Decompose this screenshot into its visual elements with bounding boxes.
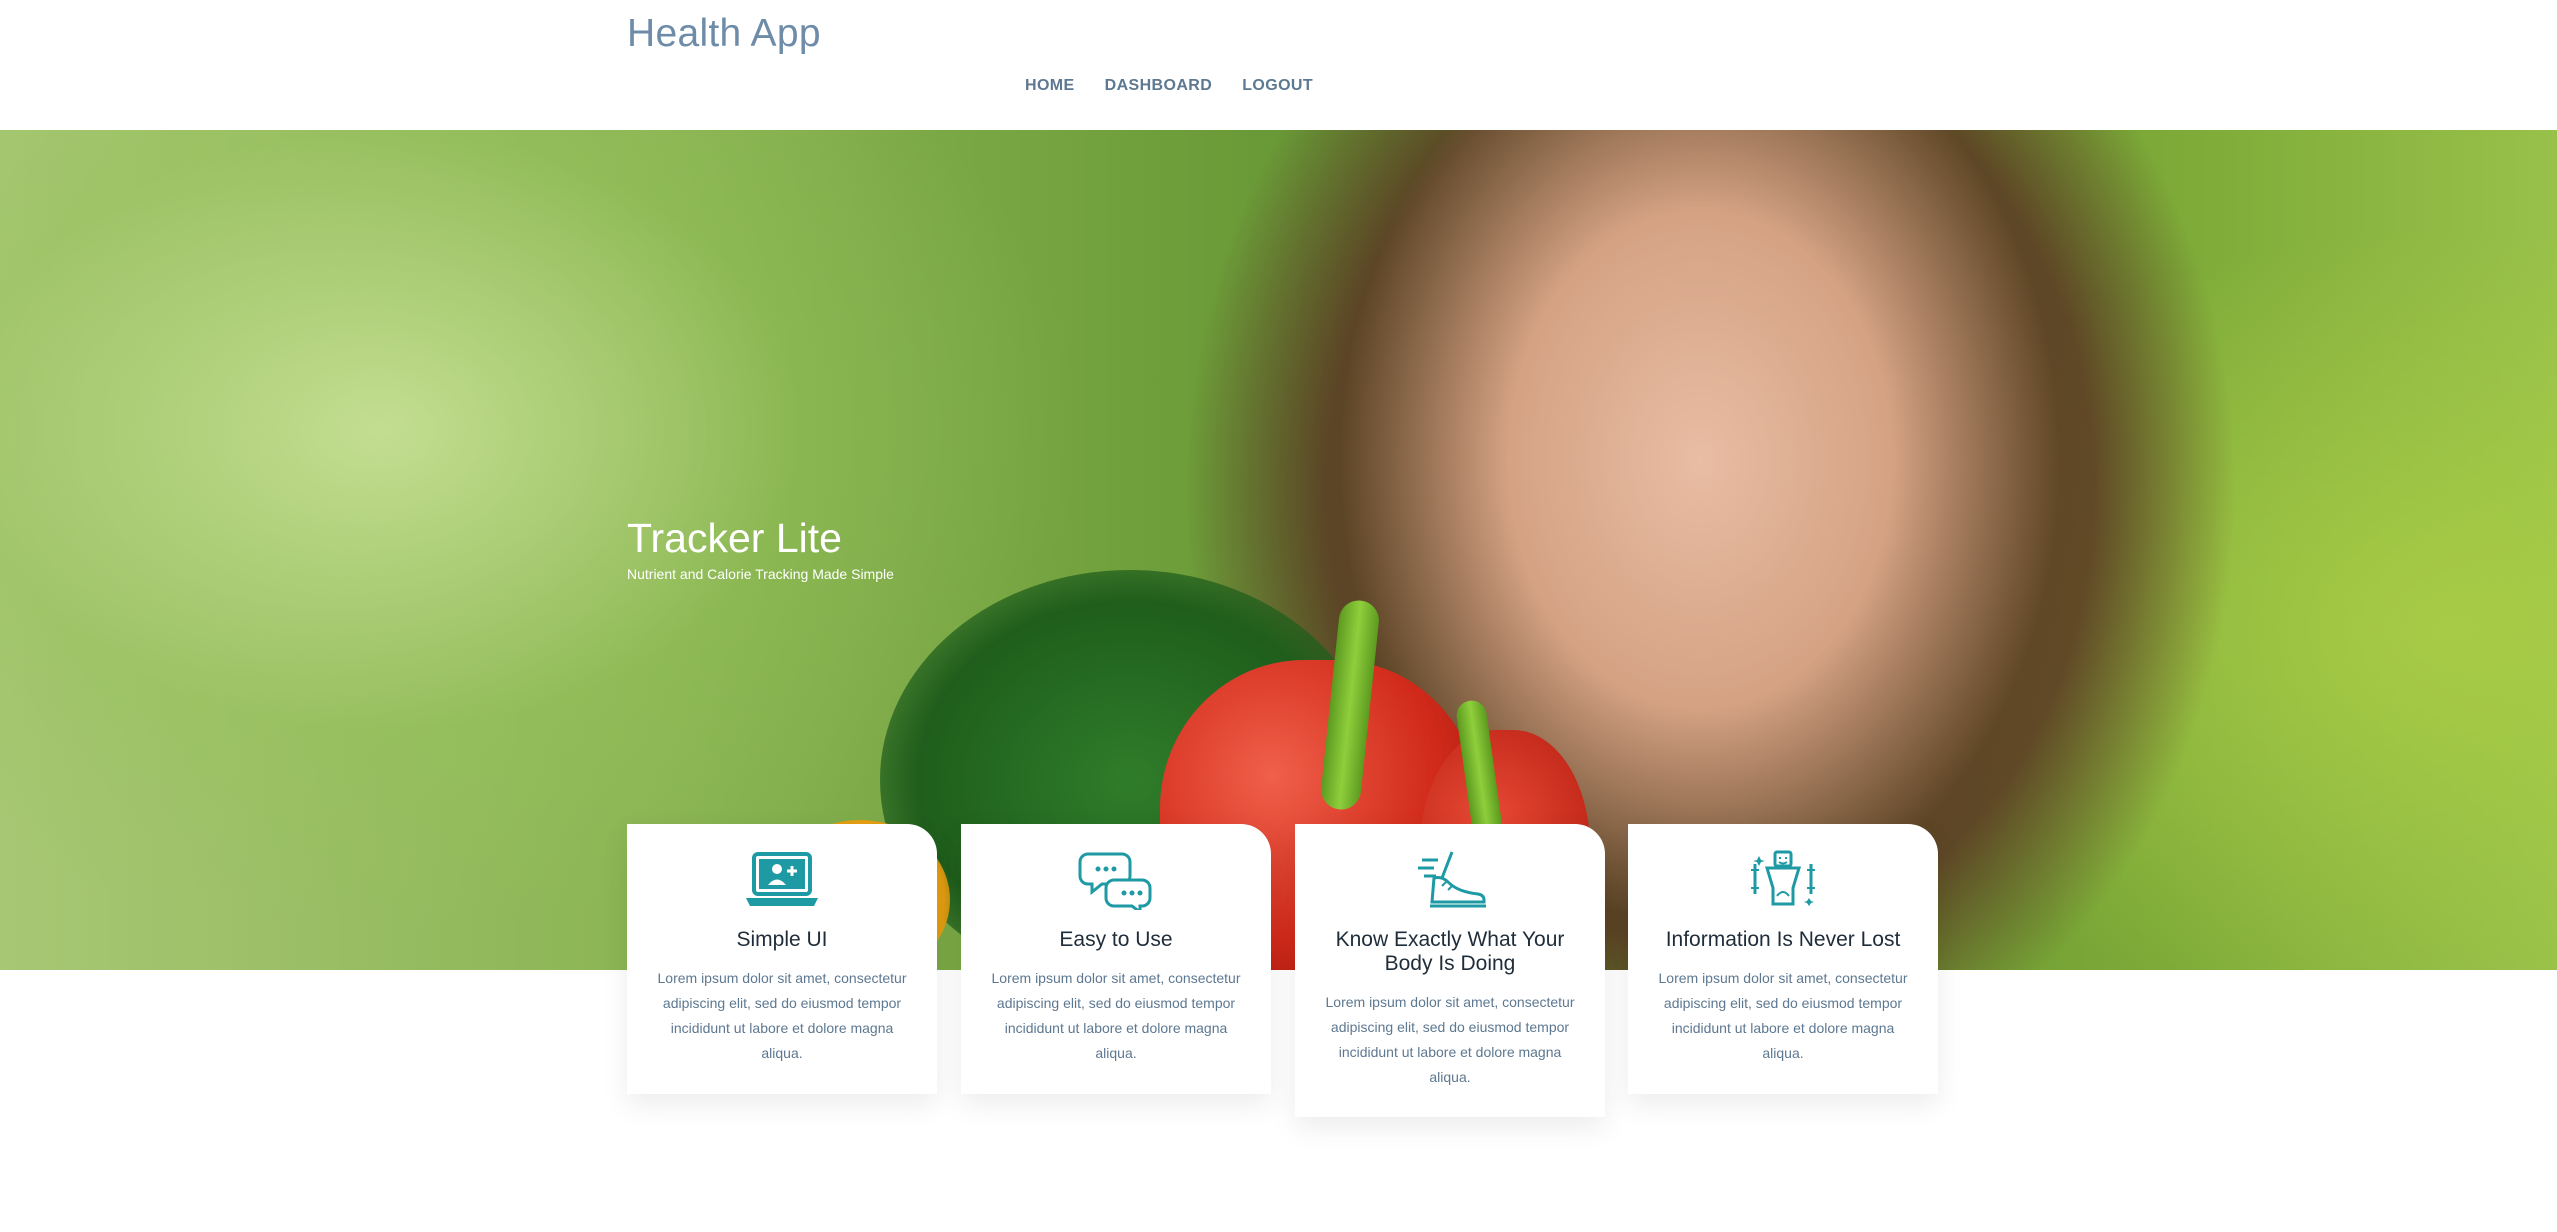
- feature-card-simple-ui: Simple UI Lorem ipsum dolor sit amet, co…: [627, 824, 937, 1094]
- feature-description: Lorem ipsum dolor sit amet, consectetur …: [1658, 970, 1908, 1061]
- feature-title: Information Is Never Lost: [1665, 928, 1901, 951]
- feature-description: Lorem ipsum dolor sit amet, consectetur …: [657, 970, 907, 1061]
- feature-title: Know Exactly What Your Body Is Doing: [1335, 928, 1565, 975]
- body-measure-icon: [1751, 850, 1815, 906]
- feature-card-information-never-lost: Information Is Never Lost Lorem ipsum do…: [1628, 824, 1938, 1094]
- hero-title: Tracker Lite: [627, 515, 842, 561]
- laptop-user-icon: [746, 852, 818, 906]
- chat-bubbles-icon: [1078, 852, 1152, 910]
- nav-home-link[interactable]: HOME: [1025, 77, 1075, 95]
- site-header: Health App HOME DASHBOARD LOGOUT: [0, 0, 2557, 130]
- brand-logo-text[interactable]: Health App: [627, 12, 821, 56]
- main-nav: HOME DASHBOARD LOGOUT: [1025, 77, 1313, 95]
- feature-card-know-your-body: Know Exactly What Your Body Is Doing Lor…: [1295, 824, 1605, 1117]
- nav-logout-link[interactable]: LOGOUT: [1242, 77, 1313, 95]
- feature-title: Easy to Use: [1059, 928, 1173, 951]
- nav-dashboard-link[interactable]: DASHBOARD: [1105, 77, 1213, 95]
- feature-card-easy-to-use: Easy to Use Lorem ipsum dolor sit amet, …: [961, 824, 1271, 1094]
- hero-banner: Tracker Lite Nutrient and Calorie Tracki…: [0, 130, 2557, 970]
- feature-title: Simple UI: [736, 928, 828, 951]
- running-shoe-icon: [1418, 851, 1486, 908]
- feature-description: Lorem ipsum dolor sit amet, consectetur …: [991, 970, 1241, 1061]
- hero-subtitle: Nutrient and Calorie Tracking Made Simpl…: [627, 566, 894, 582]
- feature-description: Lorem ipsum dolor sit amet, consectetur …: [1325, 994, 1575, 1085]
